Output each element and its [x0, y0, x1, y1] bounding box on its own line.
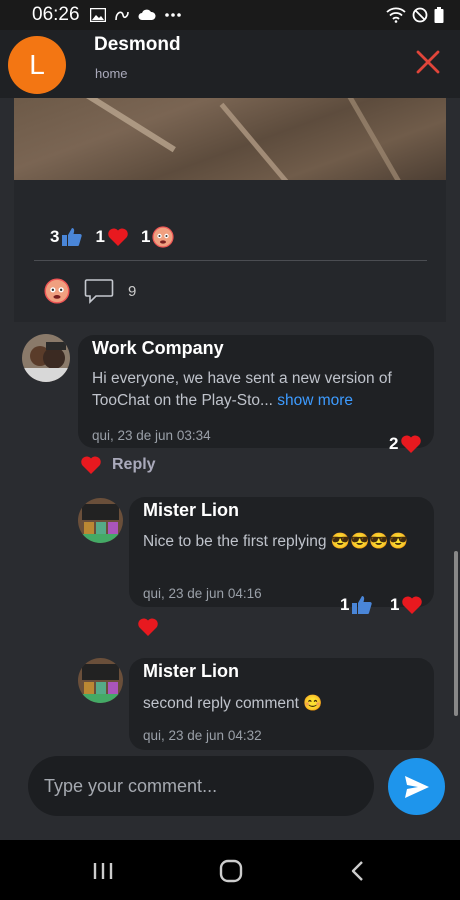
heart-icon [108, 228, 128, 246]
send-button[interactable] [388, 758, 445, 815]
comment-text: Hi everyone, we have sent a new version … [92, 370, 392, 409]
gallery-icon [89, 8, 106, 22]
avatar[interactable] [78, 658, 123, 703]
angry-reaction[interactable]: 1 [141, 226, 175, 248]
comment-bubble: Mister Lion second reply comment 😊 qui, … [129, 658, 434, 750]
comment-text: second reply comment 😊 [143, 695, 323, 712]
post-card: 3 1 1 9 [14, 98, 446, 322]
comment-input[interactable] [28, 756, 374, 816]
comment-time: qui, 23 de jun 03:34 [92, 428, 211, 443]
thumbs-up-icon [352, 596, 373, 614]
close-icon[interactable] [414, 48, 442, 76]
recent-apps-icon[interactable] [88, 858, 118, 884]
comment-author[interactable]: Mister Lion [143, 661, 239, 682]
do-not-disturb-icon [412, 7, 428, 23]
like-reaction[interactable]: 3 [50, 227, 83, 247]
home-icon[interactable] [216, 858, 246, 884]
comment-composer [0, 750, 460, 840]
header-name: Desmond [94, 34, 181, 55]
heart-icon [401, 435, 422, 453]
heart-icon [402, 596, 423, 614]
comment-count: 9 [128, 282, 137, 300]
more-dots-icon [164, 13, 181, 17]
avatar[interactable] [22, 334, 70, 382]
heart-icon[interactable] [137, 617, 159, 637]
show-more-link[interactable]: show more [273, 392, 353, 409]
comment-text: Nice to be the first replying 😎😎😎😎 [143, 533, 409, 550]
avatar[interactable]: L [8, 36, 66, 94]
send-icon [404, 775, 429, 798]
status-bar: 06:26 [0, 0, 460, 30]
comment-bubble: Work Company Hi everyone, we have sent a… [78, 335, 434, 448]
heart-reaction[interactable]: 2 [389, 434, 422, 454]
scrollbar[interactable] [454, 551, 458, 716]
battery-icon [434, 7, 444, 23]
cloud-icon [138, 9, 156, 20]
back-icon[interactable] [344, 858, 374, 884]
post-actions: 9 [44, 278, 136, 304]
comment-author[interactable]: Work Company [92, 338, 224, 359]
angry-face-icon [152, 226, 175, 248]
thumbs-up-icon [62, 228, 83, 246]
system-nav-bar [0, 840, 460, 900]
comment-time: qui, 23 de jun 04:32 [143, 728, 262, 743]
post-image[interactable] [14, 98, 446, 180]
heart-reaction[interactable]: 1 [95, 227, 128, 247]
heart-reaction[interactable]: 1 [390, 595, 423, 615]
header-subtitle: home [95, 66, 128, 81]
comment-actions: Reply [80, 455, 156, 475]
heart-icon[interactable] [80, 455, 102, 475]
avatar[interactable] [78, 498, 123, 543]
comment-time: qui, 23 de jun 04:16 [143, 586, 262, 601]
angry-face-icon[interactable] [44, 278, 70, 304]
chat-header: L Desmond home [0, 30, 460, 98]
comment-bubble-icon[interactable] [84, 278, 114, 304]
post-reactions: 3 1 1 [50, 226, 175, 248]
status-time: 06:26 [32, 4, 80, 25]
comments-content[interactable]: 3 1 1 9 Work Company Hi everyone, we hav… [0, 98, 460, 840]
reply-button[interactable]: Reply [112, 456, 156, 474]
comment-author[interactable]: Mister Lion [143, 500, 239, 521]
comment-bubble: Mister Lion Nice to be the first replyin… [129, 497, 434, 607]
assistant-icon [114, 11, 129, 21]
divider [34, 260, 427, 261]
wifi-icon [386, 7, 406, 23]
like-reaction[interactable]: 1 [340, 595, 373, 615]
